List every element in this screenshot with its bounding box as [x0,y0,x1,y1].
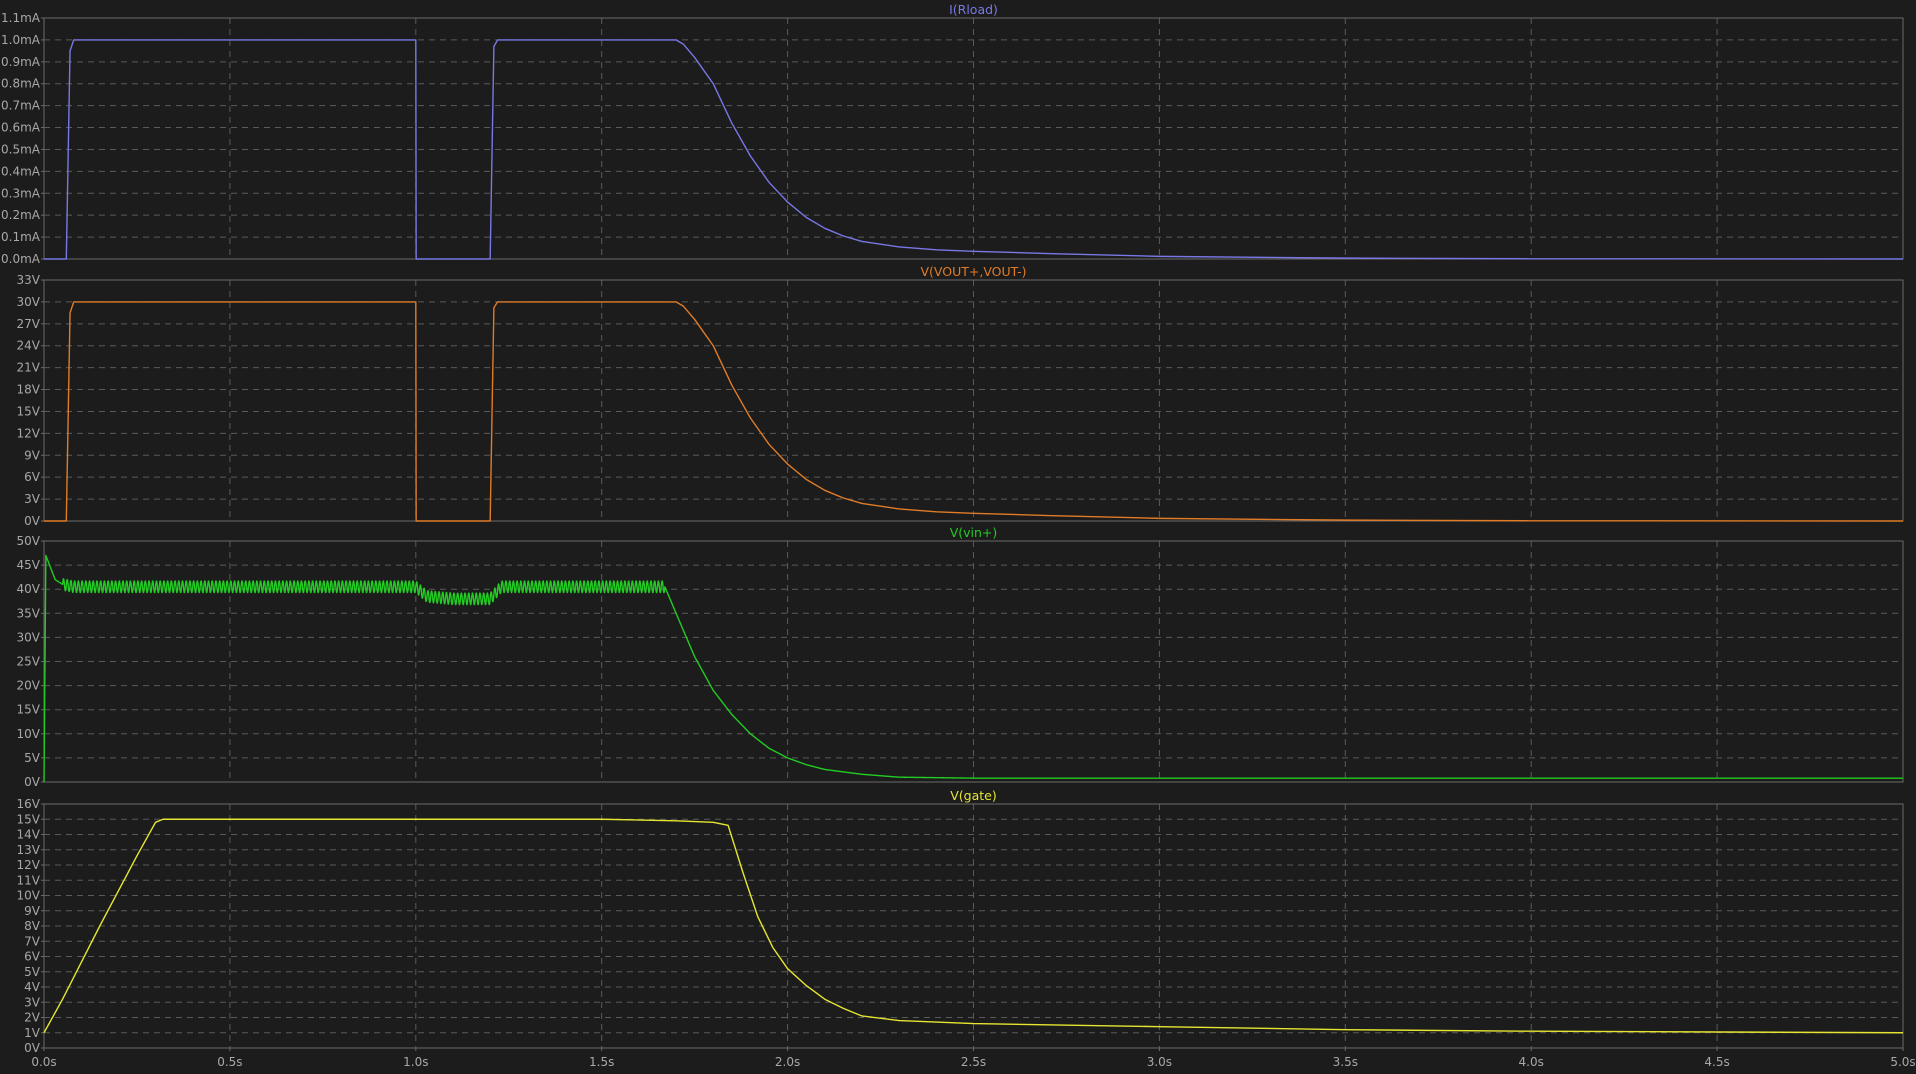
y-tick-label: 1V [24,1026,41,1040]
y-tick-label: 11V [17,873,41,887]
y-tick-label: 15V [17,812,41,826]
y-tick-label: 20V [17,679,41,693]
y-tick-label: 14V [17,828,41,842]
y-tick-label: 45V [17,558,41,572]
y-tick-label: 21V [17,361,41,375]
x-tick-label: 0.5s [217,1055,242,1069]
y-tick-label: 0.6mA [1,121,41,135]
y-tick-label: 8V [24,919,41,933]
x-tick-label: 5.0s [1890,1055,1915,1069]
y-tick-label: 24V [17,339,41,353]
y-tick-label: 0.7mA [1,99,41,113]
y-tick-label: 6V [24,470,41,484]
y-tick-label: 15V [17,703,41,717]
y-tick-label: 4V [24,980,41,994]
trace-title[interactable]: V(VOUT+,VOUT-) [920,264,1026,279]
pane-1: 0.0mA 0.1mA 0.2mA 0.3mA 0.4mA 0.5mA 0.6mA 0.7mA… [1,2,1904,266]
y-tick-label: 40V [17,582,41,596]
y-tick-label: 16V [17,797,41,811]
x-tick-label: 3.0s [1147,1055,1172,1069]
y-tick-label: 7V [24,934,41,948]
y-tick-label: 2V [24,1011,41,1025]
x-tick-label: 4.5s [1704,1055,1729,1069]
y-tick-label: 12V [17,426,41,440]
y-tick-label: 1.1mA [1,11,41,25]
pane-4: 0V1V2V 3V4V5V6V 7V8V9V10V 11V12V13V14V 15V16… [17,788,1916,1069]
x-tick-label: 2.5s [961,1055,986,1069]
y-tick-label: 30V [17,630,41,644]
y-tick-label: 5V [24,965,41,979]
y-tick-label: 27V [17,317,41,331]
y-tick-label: 10V [17,727,41,741]
y-tick-label: 0.3mA [1,186,41,200]
y-tick-label: 35V [17,606,41,620]
y-tick-label: 5V [24,751,41,765]
y-tick-label: 0.2mA [1,208,41,222]
plot-area: 0.0mA 0.1mA 0.2mA 0.3mA 0.4mA 0.5mA 0.6mA 0.7mA… [1,2,1916,1069]
y-tick-label: 13V [17,843,41,857]
trace-title[interactable]: I(Rload) [949,2,998,17]
y-tick-label: 50V [17,534,41,548]
y-tick-label: 15V [17,404,41,418]
y-tick-label: 0V [24,514,41,528]
y-tick-label: 0.1mA [1,230,41,244]
y-tick-label: 10V [17,889,41,903]
y-tick-label: 33V [17,273,41,287]
y-tick-label: 3V [24,995,41,1009]
y-tick-label: 0.4mA [1,164,41,178]
y-tick-label: 0.9mA [1,55,41,69]
y-tick-label: 9V [24,448,41,462]
y-tick-label: 9V [24,904,41,918]
pane-2: 0V 3V 6V 9V 12V 15V 18V 21V 24V 27V 30V 33V V(VOUT+,… [17,264,1904,528]
waveform-viewer: 0.0mA 0.1mA 0.2mA 0.3mA 0.4mA 0.5mA 0.6mA 0.7mA… [0,0,1916,1074]
y-tick-label: 0V [24,775,41,789]
trace-title[interactable]: V(gate) [950,788,997,803]
y-tick-label: 12V [17,858,41,872]
y-tick-label: 25V [17,655,41,669]
y-tick-label: 0.5mA [1,142,41,156]
x-tick-label: 2.0s [775,1055,800,1069]
y-tick-label: 0V [24,1041,41,1055]
trace-title[interactable]: V(vin+) [950,525,998,540]
x-tick-label: 4.0s [1519,1055,1544,1069]
x-tick-label: 1.5s [589,1055,614,1069]
x-tick-label: 3.5s [1333,1055,1358,1069]
x-tick-label: 0.0s [31,1055,56,1069]
y-tick-label: 0.8mA [1,77,41,91]
y-tick-label: 6V [24,950,41,964]
pane-3: 0V 5V 10V 15V 20V 25V 30V 35V 40V 45V 50V V(vin+) [17,525,1904,789]
y-tick-label: 30V [17,295,41,309]
y-tick-label: 1.0mA [1,33,41,47]
x-tick-label: 1.0s [403,1055,428,1069]
y-tick-label: 0.0mA [1,252,41,266]
y-tick-label: 3V [24,492,41,506]
y-tick-label: 18V [17,383,41,397]
